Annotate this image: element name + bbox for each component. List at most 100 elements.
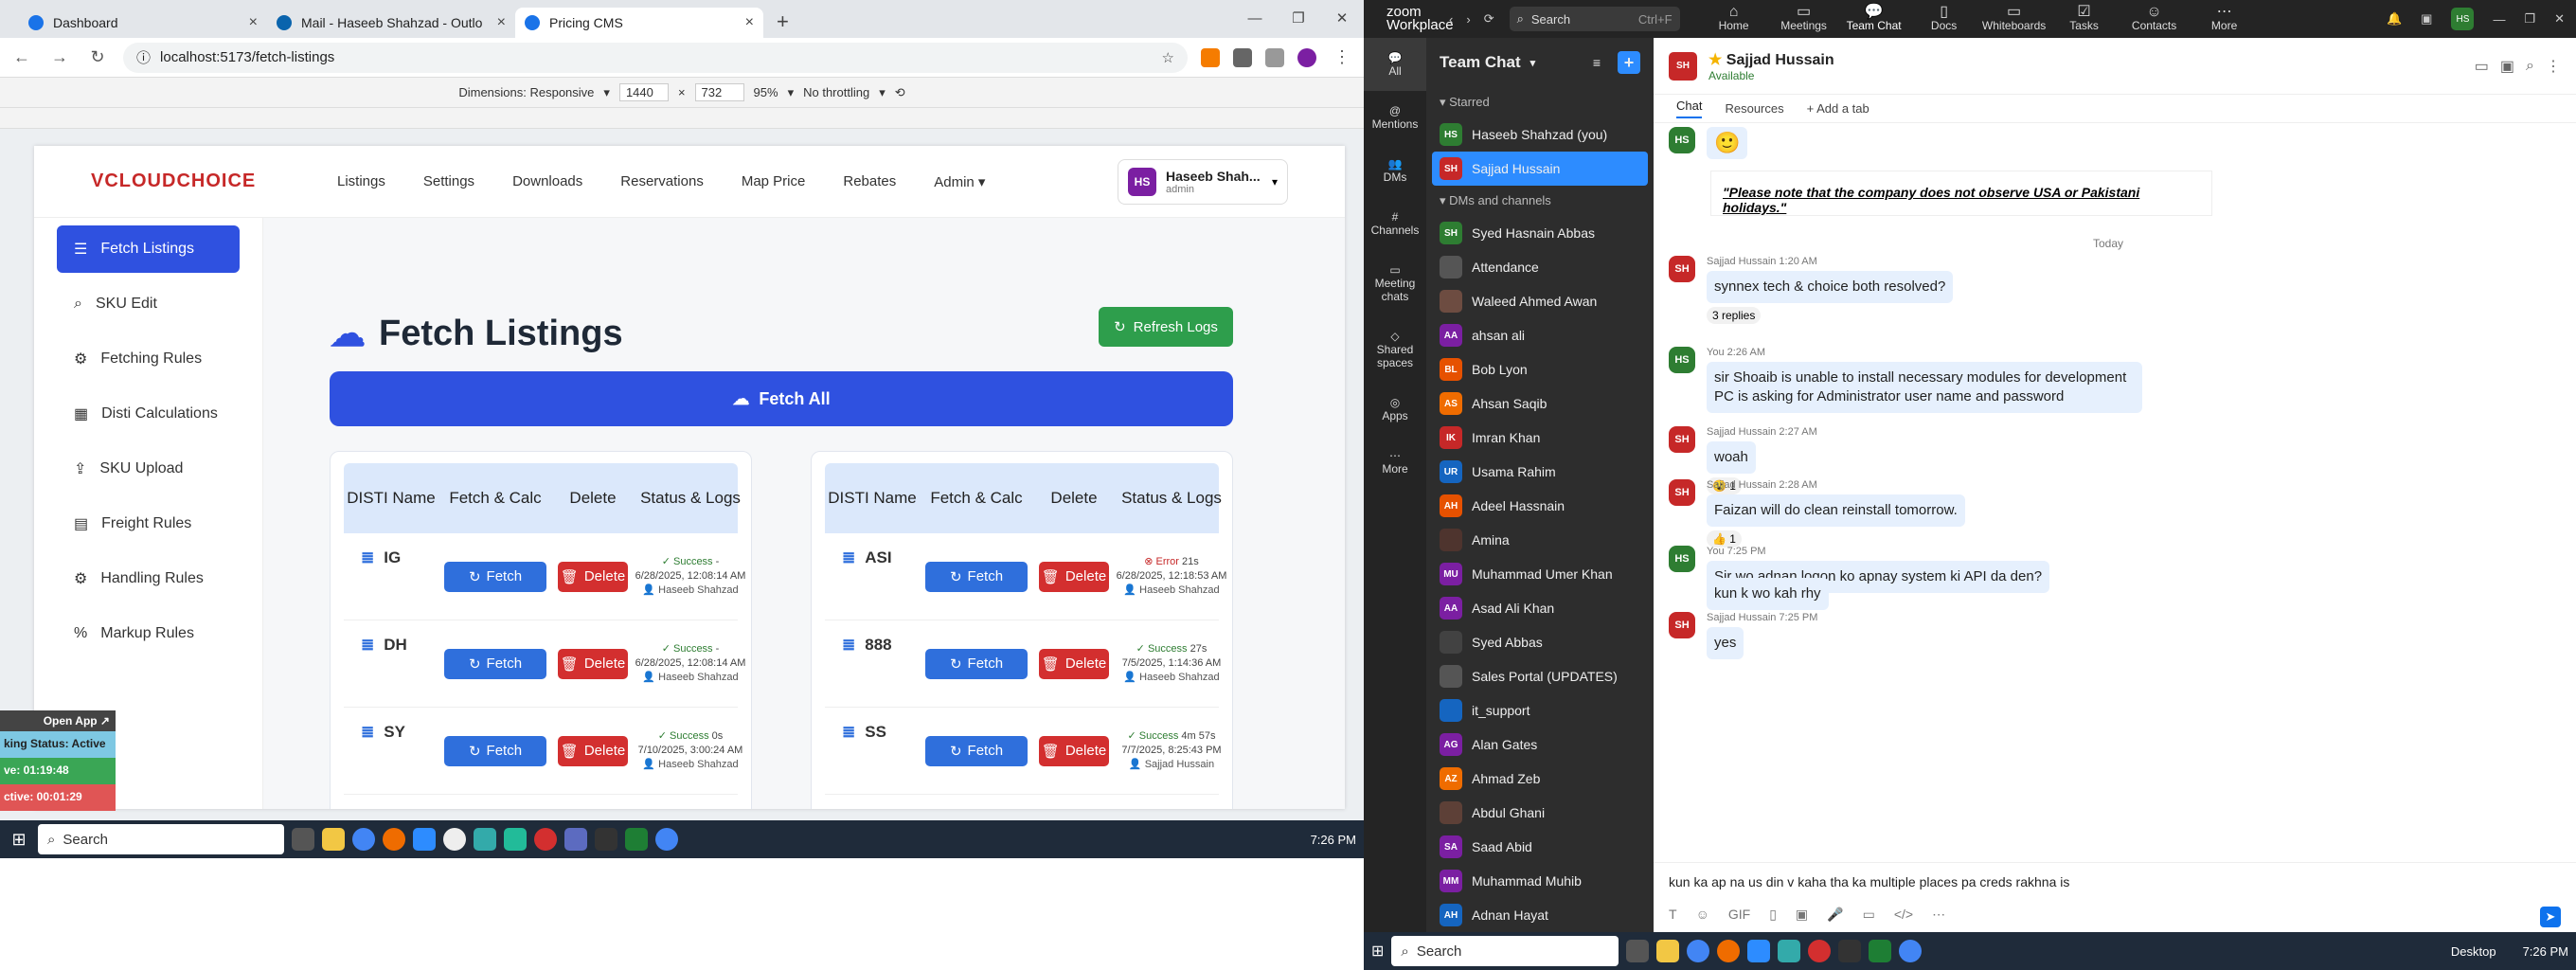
reaction[interactable]: 3 replies	[1707, 307, 1762, 324]
terminal-icon[interactable]	[595, 828, 617, 851]
video-icon[interactable]: ▭	[2475, 57, 2489, 76]
width-input[interactable]: 1440	[618, 83, 669, 101]
zoom-icon[interactable]	[1747, 940, 1771, 962]
close-icon[interactable]: ×	[249, 14, 258, 31]
chat-list-item[interactable]: AS Ahsan Saqib	[1426, 386, 1654, 421]
forward-icon[interactable]: ›	[1466, 12, 1470, 27]
chat-list-item[interactable]: AZ Ahmad Zeb	[1426, 762, 1654, 796]
sidepanel-icon[interactable]	[1265, 47, 1284, 67]
taskbar-search[interactable]: ⌕ Search	[38, 824, 284, 854]
zoom-select[interactable]: 95%	[754, 85, 778, 99]
site-info-icon[interactable]: ⓘ	[136, 47, 151, 67]
chat-list-item[interactable]: AA ahsan ali	[1426, 318, 1654, 352]
minimize-icon[interactable]: —	[1233, 0, 1277, 38]
fetch-button[interactable]: ↻ Fetch	[444, 648, 546, 679]
app-icon[interactable]	[1778, 940, 1801, 962]
delete-button[interactable]: 🗑 Delete	[1039, 561, 1109, 592]
url-input[interactable]: ⓘ localhost:5173/fetch-listings ☆	[123, 42, 1188, 73]
message-input[interactable]: kun ka ap na us din v kaha tha ka multip…	[1654, 863, 2576, 901]
app-icon[interactable]	[1808, 940, 1832, 962]
tab-add[interactable]: + Add a tab	[1807, 101, 1869, 116]
bell-icon[interactable]: 🔔	[2387, 11, 2402, 27]
filter-icon[interactable]: ≡	[1593, 55, 1601, 70]
firefox-icon[interactable]	[1717, 940, 1741, 962]
sidebar-item-fetch-listings[interactable]: ☰ Fetch Listings	[57, 225, 240, 273]
rail-more[interactable]: ⋯ More	[1364, 436, 1426, 489]
gif-icon[interactable]: GIF	[1728, 907, 1750, 923]
sidebar-item-sku-upload[interactable]: ⇪ SKU Upload	[57, 445, 240, 493]
menu-listings[interactable]: Listings	[337, 173, 385, 190]
tab-mail[interactable]: Mail - Haseeb Shahzad - Outlo ×	[267, 8, 515, 38]
sidebar-item-markup-rules[interactable]: % Markup Rules	[57, 610, 240, 657]
cloudchoice-logo[interactable]: VCLOUDCHOICE	[91, 171, 337, 192]
rail-apps[interactable]: ◎ Apps	[1364, 383, 1426, 436]
chrome-icon[interactable]	[655, 828, 678, 851]
menu-settings[interactable]: Settings	[423, 173, 474, 190]
terminal-icon[interactable]	[1838, 940, 1862, 962]
rail-meeting-chats[interactable]: ▭ Meeting chats	[1364, 250, 1426, 316]
video-message-icon[interactable]: ▭	[1863, 907, 1875, 923]
nav-whiteboards[interactable]: ▭ Whiteboards	[1979, 5, 2049, 33]
nav-more[interactable]: ⋯ More	[2190, 5, 2260, 33]
desktop-toolbar[interactable]: Desktop	[2451, 944, 2496, 959]
task-view-icon[interactable]	[1626, 940, 1650, 962]
sidebar-item-fetching-rules[interactable]: ⚙ Fetching Rules	[57, 335, 240, 383]
app-icon[interactable]	[504, 828, 527, 851]
nav-tasks[interactable]: ☑ Tasks	[2049, 5, 2120, 33]
chat-list-item[interactable]: UR Usama Rahim	[1426, 455, 1654, 489]
history-icon[interactable]: ⟳	[1484, 11, 1494, 27]
taskbar-search[interactable]: ⌕ Search	[1391, 936, 1619, 966]
delete-button[interactable]: 🗑 Delete	[558, 735, 628, 766]
menu-reservations[interactable]: Reservations	[620, 173, 704, 190]
chat-list-item[interactable]: Attendance	[1426, 250, 1654, 284]
rotate-icon[interactable]: ⟲	[895, 85, 905, 100]
user-menu[interactable]: HS Haseeb Shah... admin ▾	[1118, 158, 1288, 205]
file-explorer-icon[interactable]	[322, 828, 345, 851]
nav-contacts[interactable]: ☺ Contacts	[2120, 5, 2190, 33]
chat-list-item[interactable]: AA Asad Ali Khan	[1426, 591, 1654, 625]
firefox-icon[interactable]	[383, 828, 405, 851]
rail-all[interactable]: 💬 All	[1364, 38, 1426, 91]
nav-home[interactable]: ⌂ Home	[1699, 5, 1769, 33]
chat-contact-name[interactable]: ★ Sajjad Hussain	[1708, 50, 1834, 69]
rail-dms[interactable]: 👥 DMs	[1364, 144, 1426, 197]
tab-pricing-cms[interactable]: Pricing CMS ×	[515, 8, 763, 38]
sidebar-item-freight-rules[interactable]: ▤ Freight Rules	[57, 500, 240, 548]
zoom-search[interactable]: ⌕ Search Ctrl+F	[1509, 7, 1680, 31]
file-icon[interactable]: ▯	[1769, 907, 1777, 923]
search-icon[interactable]: ⌕	[2526, 58, 2534, 75]
chat-list-item[interactable]: Waleed Ahmed Awan	[1426, 284, 1654, 318]
delete-button[interactable]: 🗑 Delete	[558, 648, 628, 679]
chat-list-item[interactable]: MU Muhammad Umer Khan	[1426, 557, 1654, 591]
fetch-button[interactable]: ↻ Fetch	[925, 561, 1028, 592]
sidebar-item-handling-rules[interactable]: ⚙ Handling Rules	[57, 555, 240, 602]
dimensions-select[interactable]: Dimensions: Responsive	[458, 85, 594, 99]
chrome-icon[interactable]	[352, 828, 375, 851]
open-app-button[interactable]: Open App ↗	[0, 710, 116, 731]
rail-shared-spaces[interactable]: ◇ Shared spaces	[1364, 316, 1426, 383]
menu-downloads[interactable]: Downloads	[512, 173, 582, 190]
delete-button[interactable]: 🗑 Delete	[558, 561, 628, 592]
chat-list-item[interactable]: Abdul Ghani	[1426, 796, 1654, 830]
dms-section[interactable]: ▾ DMs and channels	[1426, 186, 1654, 216]
minimize-icon[interactable]: —	[2493, 12, 2505, 27]
sidebar-item-disti-calculations[interactable]: ▦ Disti Calculations	[57, 390, 240, 438]
chrome-icon[interactable]	[1687, 940, 1710, 962]
fetch-button[interactable]: ↻ Fetch	[925, 648, 1028, 679]
chat-list-item[interactable]: SA Saad Abid	[1426, 830, 1654, 864]
task-view-icon[interactable]	[292, 828, 314, 851]
tab-dashboard[interactable]: Dashboard ×	[19, 8, 267, 38]
tab-chat[interactable]: Chat	[1676, 99, 1703, 118]
close-icon[interactable]: ×	[745, 14, 754, 31]
extensions-puzzle-icon[interactable]	[1233, 47, 1252, 67]
zoom-icon[interactable]	[413, 828, 436, 851]
fetch-button[interactable]: ↻ Fetch	[925, 735, 1028, 766]
height-input[interactable]: 732	[694, 83, 744, 101]
chat-list-item[interactable]: AH Adeel Hassnain	[1426, 489, 1654, 523]
format-icon[interactable]: T	[1669, 907, 1677, 923]
app-icon[interactable]	[534, 828, 557, 851]
fetch-button[interactable]: ↻ Fetch	[444, 561, 546, 592]
more-icon[interactable]: ⋯	[1932, 907, 1945, 923]
app-icon[interactable]	[443, 828, 466, 851]
starred-section[interactable]: ▾ Starred	[1426, 87, 1654, 117]
